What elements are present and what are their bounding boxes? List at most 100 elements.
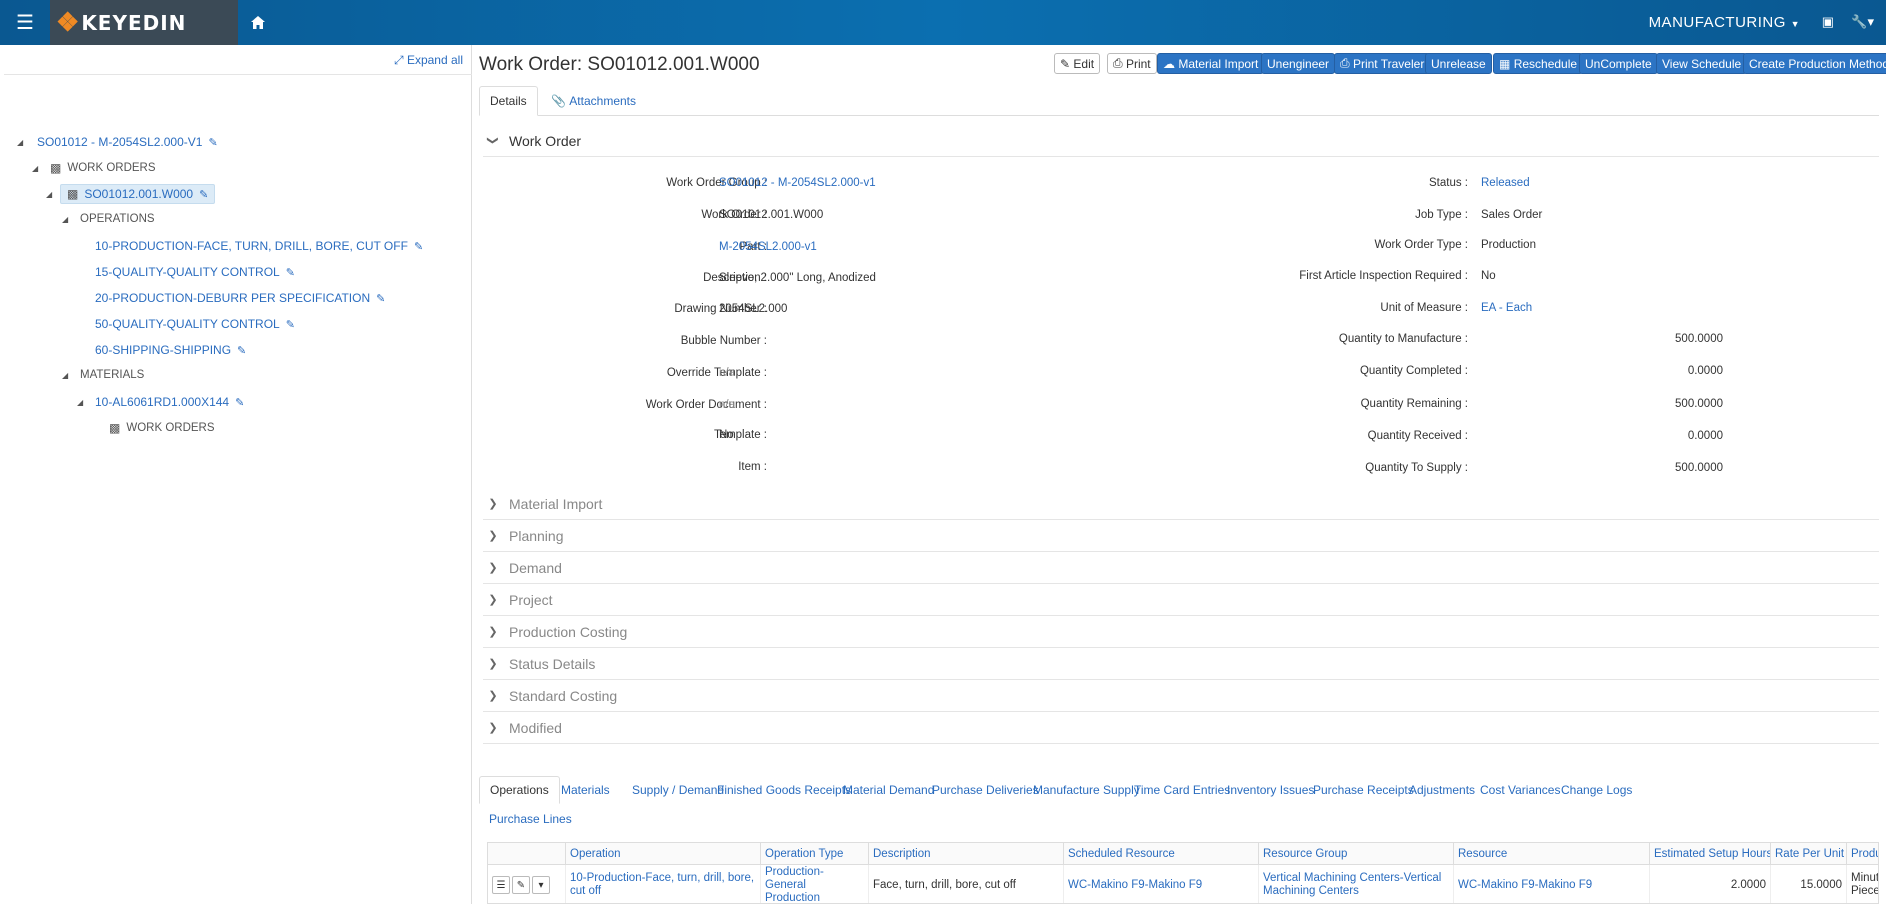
tree-node-material[interactable]: ◢ 10-AL6061RD1.000X144 ✎ xyxy=(77,395,244,409)
first-article-value: No xyxy=(1481,270,1496,282)
tree-label[interactable]: 15-QUALITY-QUALITY CONTROL xyxy=(95,265,280,279)
section-project[interactable]: ❯ Project xyxy=(483,584,1879,616)
reschedule-button[interactable]: ▦ Reschedule xyxy=(1493,53,1584,74)
unit-of-measure-link[interactable]: EA - Each xyxy=(1481,302,1532,314)
tree-label[interactable]: 60-SHIPPING-SHIPPING xyxy=(95,343,231,357)
field-label: Quantity to Manufacture : xyxy=(1338,333,1468,345)
wrench-menu-icon[interactable]: 🔧▾ xyxy=(1851,14,1874,30)
field-label: Job Type : xyxy=(1415,209,1468,221)
section-production-costing[interactable]: ❯ Production Costing xyxy=(483,616,1879,648)
operation-type-link[interactable]: Production-General Production xyxy=(761,865,869,903)
tree-label[interactable]: 20-PRODUCTION-DEBURR PER SPECIFICATION xyxy=(95,291,370,305)
chevron-right-icon: ❯ xyxy=(488,594,498,606)
scheduled-resource-link[interactable]: WC-Makino F9-Makino F9 xyxy=(1064,865,1259,903)
column-header[interactable]: Operation xyxy=(566,843,761,865)
expand-caret-icon[interactable]: ◢ xyxy=(32,164,38,173)
unengineer-button[interactable]: Unengineer xyxy=(1261,53,1336,74)
section-modified[interactable]: ❯ Modified xyxy=(483,712,1879,744)
keyedin-logo[interactable]: ❖ KEYEDIN xyxy=(50,0,238,45)
tree-node-operations[interactable]: ◢ OPERATIONS xyxy=(62,213,155,225)
operation-link[interactable]: 10-Production-Face, turn, drill, bore, c… xyxy=(566,865,761,903)
column-header[interactable]: Operation Type xyxy=(761,843,869,865)
column-header[interactable]: Description xyxy=(869,843,1064,865)
inbox-icon[interactable]: ▣ xyxy=(1822,14,1834,30)
tab-purchase-lines[interactable]: Purchase Lines xyxy=(479,805,582,833)
template-value: No xyxy=(719,429,734,441)
part-link[interactable]: M-2054SL2.000-v1 xyxy=(719,241,817,253)
column-header[interactable]: Rate Per Unit xyxy=(1771,843,1847,865)
section-material-import[interactable]: ❯ Material Import xyxy=(483,488,1879,520)
chevron-down-icon: ❯ xyxy=(486,135,499,146)
tree-node-operation[interactable]: 60-SHIPPING-SHIPPING ✎ xyxy=(95,343,246,357)
tree-node-materials[interactable]: ◢ MATERIALS xyxy=(62,369,144,381)
tab-details[interactable]: Details xyxy=(479,86,538,116)
status-link[interactable]: Released xyxy=(1481,177,1530,189)
pencil-icon[interactable]: ✎ xyxy=(208,136,217,149)
print-traveler-button[interactable]: ⎙ Print Traveler xyxy=(1334,53,1431,74)
work-order-group-link[interactable]: SO01012 - M-2054SL2.000-v1 xyxy=(719,177,876,189)
home-icon[interactable] xyxy=(238,0,278,45)
create-production-method-button[interactable]: Create Production Method xyxy=(1743,53,1886,74)
caret-down-icon[interactable]: ▾ xyxy=(532,876,550,894)
expand-caret-icon[interactable]: ◢ xyxy=(46,190,52,199)
description-value: Sleeve, 2.000" Long, Anodized xyxy=(719,272,876,284)
grid-actions-header xyxy=(488,843,566,865)
tree-node-operation[interactable]: 10-PRODUCTION-FACE, TURN, DRILL, BORE, C… xyxy=(95,239,423,253)
section-work-order[interactable]: ❯ Work Order xyxy=(483,125,1879,157)
column-header[interactable]: Resource xyxy=(1454,843,1650,865)
hamburger-menu-icon[interactable]: ☰ xyxy=(0,0,50,45)
section-demand[interactable]: ❯ Demand xyxy=(483,552,1879,584)
expand-caret-icon[interactable]: ◢ xyxy=(62,215,68,224)
pencil-icon[interactable]: ✎ xyxy=(376,292,385,305)
tree-node-operation[interactable]: 50-QUALITY-QUALITY CONTROL ✎ xyxy=(95,317,295,331)
pencil-icon[interactable]: ✎ xyxy=(286,318,295,331)
material-import-button[interactable]: ☁ Material Import xyxy=(1157,53,1265,74)
tree-node-selected-work-order[interactable]: ◢ ▩ SO01012.001.W000 ✎ xyxy=(46,184,216,204)
pencil-icon[interactable]: ✎ xyxy=(199,189,208,201)
column-header[interactable]: Estimated Setup Hours xyxy=(1650,843,1771,865)
section-status-details[interactable]: ❯ Status Details xyxy=(483,648,1879,680)
module-selector[interactable]: MANUFACTURING ▼ xyxy=(1649,14,1800,31)
tree-label[interactable]: 10-AL6061RD1.000X144 xyxy=(95,395,229,409)
page-title: Work Order: SO01012.001.W000 xyxy=(479,54,760,76)
factory-icon: ▩ xyxy=(50,161,62,175)
uncomplete-button[interactable]: UnComplete xyxy=(1579,53,1658,74)
pencil-icon[interactable]: ✎ xyxy=(237,344,246,357)
print-button[interactable]: ⎙ Print xyxy=(1107,53,1157,74)
tree-node-operation[interactable]: 15-QUALITY-QUALITY CONTROL ✎ xyxy=(95,265,295,279)
tree-node-work-order-group[interactable]: ◢ SO01012 - M-2054SL2.000-V1 ✎ xyxy=(17,135,218,149)
tab-attachments[interactable]: 📎 Attachments xyxy=(541,86,646,116)
details-icon[interactable]: ☰ xyxy=(492,876,510,894)
tree-label[interactable]: SO01012.001.W000 xyxy=(84,187,193,201)
pencil-icon[interactable]: ✎ xyxy=(235,396,244,409)
tab-materials[interactable]: Materials xyxy=(551,776,620,804)
section-standard-costing[interactable]: ❯ Standard Costing xyxy=(483,680,1879,712)
tree-node-operation[interactable]: 20-PRODUCTION-DEBURR PER SPECIFICATION ✎ xyxy=(95,291,385,305)
column-header[interactable]: Produ xyxy=(1847,843,1878,865)
tree-node-material-work-orders[interactable]: ▩ WORK ORDERS xyxy=(109,421,215,435)
tab-operations[interactable]: Operations xyxy=(479,776,560,804)
selected-node[interactable]: ▩ SO01012.001.W000 ✎ xyxy=(60,184,216,204)
tree-label[interactable]: SO01012 - M-2054SL2.000-V1 xyxy=(37,135,202,149)
column-header[interactable]: Resource Group xyxy=(1259,843,1454,865)
tree-label[interactable]: 50-QUALITY-QUALITY CONTROL xyxy=(95,317,280,331)
resource-link[interactable]: WC-Makino F9-Makino F9 xyxy=(1454,865,1650,903)
expand-caret-icon[interactable]: ◢ xyxy=(62,371,68,380)
section-planning[interactable]: ❯ Planning xyxy=(483,520,1879,552)
edit-button[interactable]: ✎ Edit xyxy=(1054,53,1101,74)
column-header[interactable]: Scheduled Resource xyxy=(1064,843,1259,865)
section-title: Planning xyxy=(509,527,564,544)
tree-label[interactable]: 10-PRODUCTION-FACE, TURN, DRILL, BORE, C… xyxy=(95,239,408,253)
expand-all-link[interactable]: ⤢ Expand all xyxy=(394,53,463,68)
unrelease-button[interactable]: Unrelease xyxy=(1425,53,1492,74)
resource-group-link[interactable]: Vertical Machining Centers-Vertical Mach… xyxy=(1259,865,1454,903)
expand-caret-icon[interactable]: ◢ xyxy=(77,398,83,407)
pencil-icon[interactable]: ✎ xyxy=(286,266,295,279)
pencil-icon[interactable]: ✎ xyxy=(512,876,530,894)
tree-node-work-orders[interactable]: ◢ ▩ WORK ORDERS xyxy=(32,161,156,175)
view-schedule-button[interactable]: View Schedule xyxy=(1656,53,1748,74)
tab-change-logs[interactable]: Change Logs xyxy=(1551,776,1642,804)
expand-caret-icon[interactable]: ◢ xyxy=(17,138,23,147)
pencil-icon[interactable]: ✎ xyxy=(414,240,423,253)
column-label: Operation Type xyxy=(765,847,844,860)
